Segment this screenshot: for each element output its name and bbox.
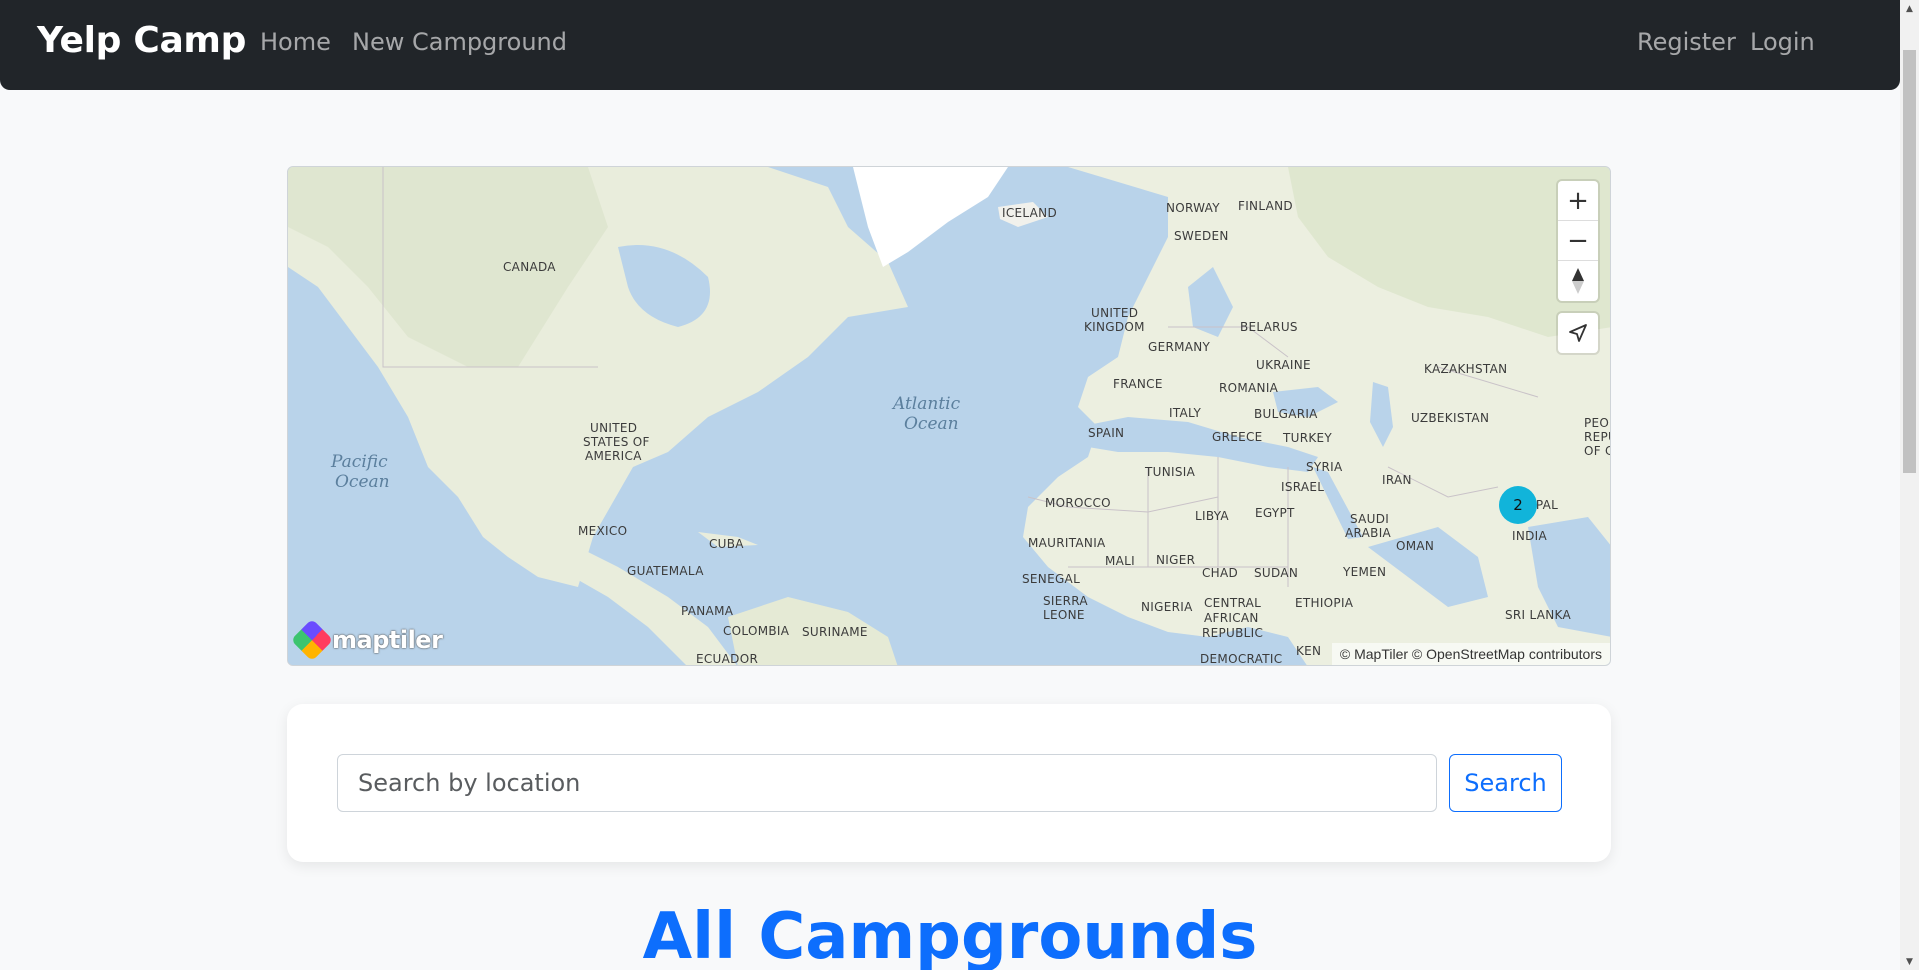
maptiler-logo[interactable]: maptiler — [290, 618, 443, 662]
country-label: GUATEMALA — [627, 564, 704, 578]
country-label: SYRIA — [1306, 460, 1343, 474]
country-label: LEONE — [1043, 608, 1085, 622]
navbar: Yelp Camp Home New Campground Register L… — [0, 0, 1900, 90]
map-attribution[interactable]: © MapTiler © OpenStreetMap contributors — [1331, 643, 1610, 665]
country-label: PANAMA — [681, 604, 734, 618]
ocean-label: Ocean — [904, 414, 959, 434]
country-label: ECUADOR — [696, 652, 758, 666]
country-label: INDIA — [1512, 529, 1547, 543]
country-label: REPUBLIC — [1202, 626, 1263, 640]
map-cluster-marker[interactable]: 2 — [1499, 486, 1537, 524]
country-label: LIBYA — [1195, 509, 1229, 523]
scroll-up-arrow-icon[interactable]: ▲ — [1900, 0, 1919, 17]
country-label: SRI LANKA — [1505, 608, 1572, 622]
zoom-in-button[interactable]: + — [1558, 181, 1598, 221]
country-label: OMAN — [1396, 539, 1434, 553]
country-label: TURKEY — [1282, 431, 1332, 445]
country-label: STATES OF — [583, 435, 650, 449]
country-label: CENTRAL — [1204, 596, 1261, 610]
country-label: ROMANIA — [1219, 381, 1279, 395]
country-label: FRANCE — [1113, 377, 1163, 391]
country-label: CHAD — [1202, 566, 1238, 580]
map-basemap: Pacific Ocean Atlantic Ocean ICELAND NOR… — [288, 167, 1611, 666]
country-label: FINLAND — [1238, 199, 1293, 213]
country-label: CANADA — [503, 260, 556, 274]
search-card: Search — [287, 704, 1611, 862]
ocean-label: Ocean — [335, 472, 390, 492]
country-label: KINGDOM — [1084, 320, 1145, 334]
country-label: KEN — [1296, 644, 1321, 658]
page: Yelp Camp Home New Campground Register L… — [0, 0, 1900, 970]
search-input[interactable] — [337, 754, 1437, 812]
country-label: EGYPT — [1255, 506, 1295, 520]
country-label: MEXICO — [578, 524, 627, 538]
country-label: AFRICAN — [1204, 611, 1259, 625]
scrollbar-thumb[interactable] — [1903, 50, 1916, 473]
country-label: PEO — [1584, 416, 1609, 430]
compass-button[interactable] — [1558, 261, 1598, 301]
country-label: DEMOCRATIC — [1200, 652, 1282, 666]
scroll-down-arrow-icon[interactable]: ▼ — [1900, 953, 1919, 970]
country-label: UNITED — [1091, 306, 1138, 320]
ocean-label: Atlantic — [891, 394, 961, 414]
country-label: ICELAND — [1002, 206, 1057, 220]
country-label: CUBA — [709, 537, 744, 551]
country-label: UKRAINE — [1256, 358, 1311, 372]
country-label: UZBEKISTAN — [1411, 411, 1489, 425]
country-label: IRAN — [1382, 473, 1412, 487]
compass-icon — [1572, 268, 1584, 294]
country-label: SAUDI — [1350, 512, 1389, 526]
geolocate-control-group — [1558, 313, 1598, 353]
country-label: NIGERIA — [1141, 600, 1193, 614]
country-label: SENEGAL — [1022, 572, 1080, 586]
vertical-scrollbar[interactable]: ▲ ▼ — [1900, 0, 1919, 970]
geolocate-button[interactable] — [1558, 313, 1598, 353]
country-label: BULGARIA — [1254, 407, 1318, 421]
country-label: YEMEN — [1342, 565, 1386, 579]
map-controls: + − — [1558, 181, 1598, 365]
location-arrow-icon — [1569, 324, 1587, 342]
country-label: GERMANY — [1148, 340, 1211, 354]
country-label: OF C — [1584, 444, 1611, 458]
country-label: SUDAN — [1254, 566, 1298, 580]
country-label: UNITED — [590, 421, 637, 435]
maptiler-logo-icon — [290, 618, 334, 662]
country-label: MALI — [1105, 554, 1135, 568]
country-label: SPAIN — [1088, 426, 1124, 440]
country-label: ETHIOPIA — [1295, 596, 1354, 610]
nav-link-login[interactable]: Login — [1750, 28, 1815, 56]
cluster-map[interactable]: Pacific Ocean Atlantic Ocean ICELAND NOR… — [287, 166, 1611, 666]
country-label: MOROCCO — [1045, 496, 1111, 510]
country-label: AMERICA — [585, 449, 642, 463]
zoom-out-button[interactable]: − — [1558, 221, 1598, 261]
country-label: KAZAKHSTAN — [1424, 362, 1507, 376]
country-label: NIGER — [1156, 553, 1195, 567]
country-label: ISRAEL — [1281, 480, 1324, 494]
country-label: SIERRA — [1043, 594, 1088, 608]
country-label: REPU — [1584, 430, 1611, 444]
country-label: SWEDEN — [1174, 229, 1229, 243]
country-label: NORWAY — [1166, 201, 1220, 215]
country-label: GREECE — [1212, 430, 1263, 444]
brand-logo[interactable]: Yelp Camp — [37, 20, 246, 61]
country-label: BELARUS — [1240, 320, 1298, 334]
nav-link-new-campground[interactable]: New Campground — [352, 28, 567, 56]
country-label: SURINAME — [802, 625, 868, 639]
search-button[interactable]: Search — [1449, 754, 1562, 812]
nav-link-register[interactable]: Register — [1637, 28, 1736, 56]
country-label: TUNISIA — [1144, 465, 1196, 479]
country-label: ARABIA — [1345, 526, 1392, 540]
ocean-label: Pacific — [330, 452, 388, 472]
country-label: COLOMBIA — [723, 624, 790, 638]
page-title: All Campgrounds — [642, 900, 1258, 970]
country-label: ITALY — [1169, 406, 1201, 420]
nav-link-home[interactable]: Home — [260, 28, 331, 56]
country-label: MAURITANIA — [1028, 536, 1106, 550]
zoom-control-group: + − — [1558, 181, 1598, 301]
maptiler-logo-text: maptiler — [332, 626, 443, 654]
